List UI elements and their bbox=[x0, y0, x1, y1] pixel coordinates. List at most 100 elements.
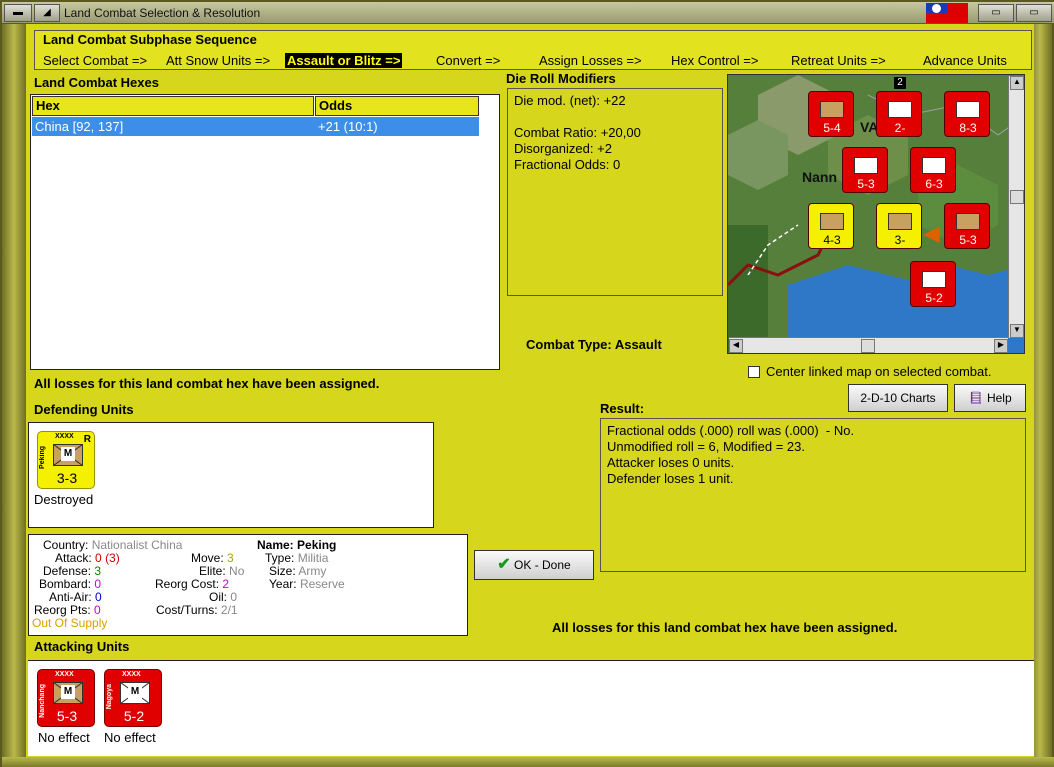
bombard-key: Bombard: bbox=[39, 577, 92, 591]
militia-icon bbox=[922, 271, 946, 288]
map-unit[interactable]: 5-3 bbox=[944, 203, 990, 249]
step-convert[interactable]: Convert => bbox=[436, 53, 500, 68]
map-unit[interactable]: 2- bbox=[876, 91, 922, 137]
unit-type-letter: M bbox=[61, 685, 75, 699]
restore-button[interactable]: ▭ bbox=[978, 4, 1014, 22]
attack-key: Attack: bbox=[55, 551, 92, 565]
attacking-unit[interactable]: XXXX Nanchang M 5-3 bbox=[37, 669, 95, 727]
country-value: Nationalist China bbox=[91, 538, 183, 552]
map-unit-value: 4-3 bbox=[823, 233, 841, 247]
elite-value: No bbox=[229, 564, 245, 578]
minimize-button[interactable]: ◢ bbox=[34, 4, 60, 22]
marine-icon bbox=[922, 157, 946, 174]
militia-icon bbox=[956, 213, 980, 230]
checkbox-box[interactable] bbox=[748, 366, 760, 378]
center-map-label: Center linked map on selected combat. bbox=[766, 364, 992, 379]
die-roll-lines: Die mod. (net): +22 Combat Ratio: +20,00 D… bbox=[514, 93, 641, 173]
supply-status: Out Of Supply bbox=[32, 616, 108, 630]
map-unit-value: 5-3 bbox=[959, 233, 977, 247]
size-key: Size: bbox=[269, 564, 296, 578]
odds-column-header[interactable]: Odds bbox=[315, 96, 479, 116]
combat-type: Combat Type: Assault bbox=[526, 337, 662, 352]
unit-name: Nagoya bbox=[106, 684, 113, 710]
bottom-frame bbox=[2, 757, 1054, 767]
map-horizontal-scrollbar[interactable]: ◀ ▶ bbox=[729, 337, 1008, 353]
unit-type-letter: M bbox=[128, 685, 142, 699]
scroll-right-arrow-icon[interactable]: ▶ bbox=[994, 339, 1008, 353]
step-hex-control[interactable]: Hex Control => bbox=[671, 53, 758, 68]
horizontal-scroll-thumb[interactable] bbox=[861, 339, 875, 353]
map-unit-value: 5-2 bbox=[925, 291, 943, 305]
hex-column-header[interactable]: Hex bbox=[32, 96, 314, 116]
attack-value: 0 bbox=[95, 551, 102, 565]
disorganized: Disorganized: +2 bbox=[514, 141, 612, 156]
map-vertical-scrollbar[interactable]: ▲ ▼ bbox=[1008, 76, 1024, 338]
defending-label: Defending Units bbox=[34, 402, 134, 417]
ok-done-button[interactable]: ✔ OK - Done bbox=[474, 550, 594, 580]
year-value: Reserve bbox=[299, 577, 345, 591]
map-unit-value: 3- bbox=[894, 233, 906, 247]
map-unit[interactable]: 6-3 bbox=[910, 147, 956, 193]
unit-status: Destroyed bbox=[34, 492, 94, 507]
map-stack-badge: 2 bbox=[894, 77, 906, 89]
help-button[interactable]: 📘︎ Help bbox=[954, 384, 1026, 412]
combat-ratio: Combat Ratio: +20,00 bbox=[514, 125, 641, 140]
step-advance-units[interactable]: Advance Units bbox=[923, 53, 1007, 68]
step-retreat-units[interactable]: Retreat Units => bbox=[791, 53, 886, 68]
scroll-down-arrow-icon[interactable]: ▼ bbox=[1010, 324, 1024, 338]
vertical-scroll-thumb[interactable] bbox=[1010, 190, 1024, 204]
attack-extra: (3) bbox=[105, 551, 120, 565]
subphase-sequence: Land Combat Subphase Sequence Select Com… bbox=[34, 30, 1032, 70]
map-unit[interactable]: 4-3 bbox=[808, 203, 854, 249]
defender-losses: Defender loses 1 unit. bbox=[607, 471, 734, 486]
step-assign-losses[interactable]: Assign Losses => bbox=[539, 53, 642, 68]
size-value: Army bbox=[298, 564, 327, 578]
sequence-title: Land Combat Subphase Sequence bbox=[43, 32, 257, 47]
map-unit[interactable]: 5-2 bbox=[910, 261, 956, 307]
fractional-odds-result: Fractional odds (.000) roll was (.000) -… bbox=[607, 423, 855, 438]
hexes-table: Hex Odds China [92, 137] +21 (10:1) bbox=[30, 94, 500, 370]
map-unit[interactable]: 8-3 bbox=[944, 91, 990, 137]
step-assault-or-blitz[interactable]: Assault or Blitz => bbox=[285, 53, 403, 68]
map-unit[interactable]: 5-3 bbox=[842, 147, 888, 193]
close-button[interactable]: ▭ bbox=[1016, 4, 1052, 22]
move-value: 3 bbox=[227, 551, 234, 565]
center-map-checkbox[interactable]: Center linked map on selected combat. bbox=[748, 364, 991, 379]
map-unit[interactable]: 5-4 bbox=[808, 91, 854, 137]
step-select-combat[interactable]: Select Combat => bbox=[43, 53, 147, 68]
charts-button[interactable]: 2-D-10 Charts bbox=[848, 384, 948, 412]
unit-status: No effect bbox=[38, 730, 90, 745]
defending-unit[interactable]: XXXX R Peking M 3-3 bbox=[37, 431, 95, 489]
map-unit-selected[interactable]: 3- bbox=[876, 203, 922, 249]
hex-cell: China [92, 137] bbox=[35, 119, 124, 134]
defense-value: 3 bbox=[94, 564, 102, 578]
unit-strength: 3-3 bbox=[56, 470, 78, 486]
name-value: Peking bbox=[297, 538, 337, 552]
elite-key: Elite: bbox=[199, 564, 226, 578]
hexes-label: Land Combat Hexes bbox=[34, 75, 159, 90]
scroll-up-arrow-icon[interactable]: ▲ bbox=[1010, 76, 1024, 90]
attacker-losses: Attacker loses 0 units. bbox=[607, 455, 735, 470]
militia-icon bbox=[888, 213, 912, 230]
reserve-marker: R bbox=[83, 434, 91, 445]
linked-map[interactable]: Nann VA 2 5-4 2- 8-3 5-3 6-3 4-3 3- 5-3 … bbox=[727, 74, 1025, 354]
unit-strength: 5-3 bbox=[56, 708, 78, 724]
losses-message-bottom: All losses for this land combat hex have… bbox=[552, 620, 898, 635]
attack-arrow-icon: ◀ bbox=[924, 223, 940, 245]
militia-icon bbox=[854, 157, 878, 174]
cost-turns-key: Cost/Turns: bbox=[156, 603, 218, 617]
step-att-snow-units[interactable]: Att Snow Units => bbox=[166, 53, 270, 68]
type-key: Type: bbox=[265, 551, 295, 565]
table-row[interactable]: China [92, 137] +21 (10:1) bbox=[32, 117, 479, 136]
scroll-left-arrow-icon[interactable]: ◀ bbox=[729, 339, 743, 353]
unit-size-marker: XXXX bbox=[122, 671, 141, 678]
reorg-cost-value: 2 bbox=[222, 577, 230, 591]
map-unit-value: 2- bbox=[894, 121, 906, 135]
attacking-unit[interactable]: XXXX Nagoya M 5-2 bbox=[104, 669, 162, 727]
bombard-value: 0 bbox=[94, 577, 102, 591]
window-menu-button[interactable]: ▬ bbox=[4, 4, 32, 22]
book-icon: 📘︎ bbox=[968, 391, 984, 405]
map-unit-value: 6-3 bbox=[925, 177, 943, 191]
name-key: Name: bbox=[257, 538, 294, 552]
china-flag-icon bbox=[926, 3, 968, 23]
